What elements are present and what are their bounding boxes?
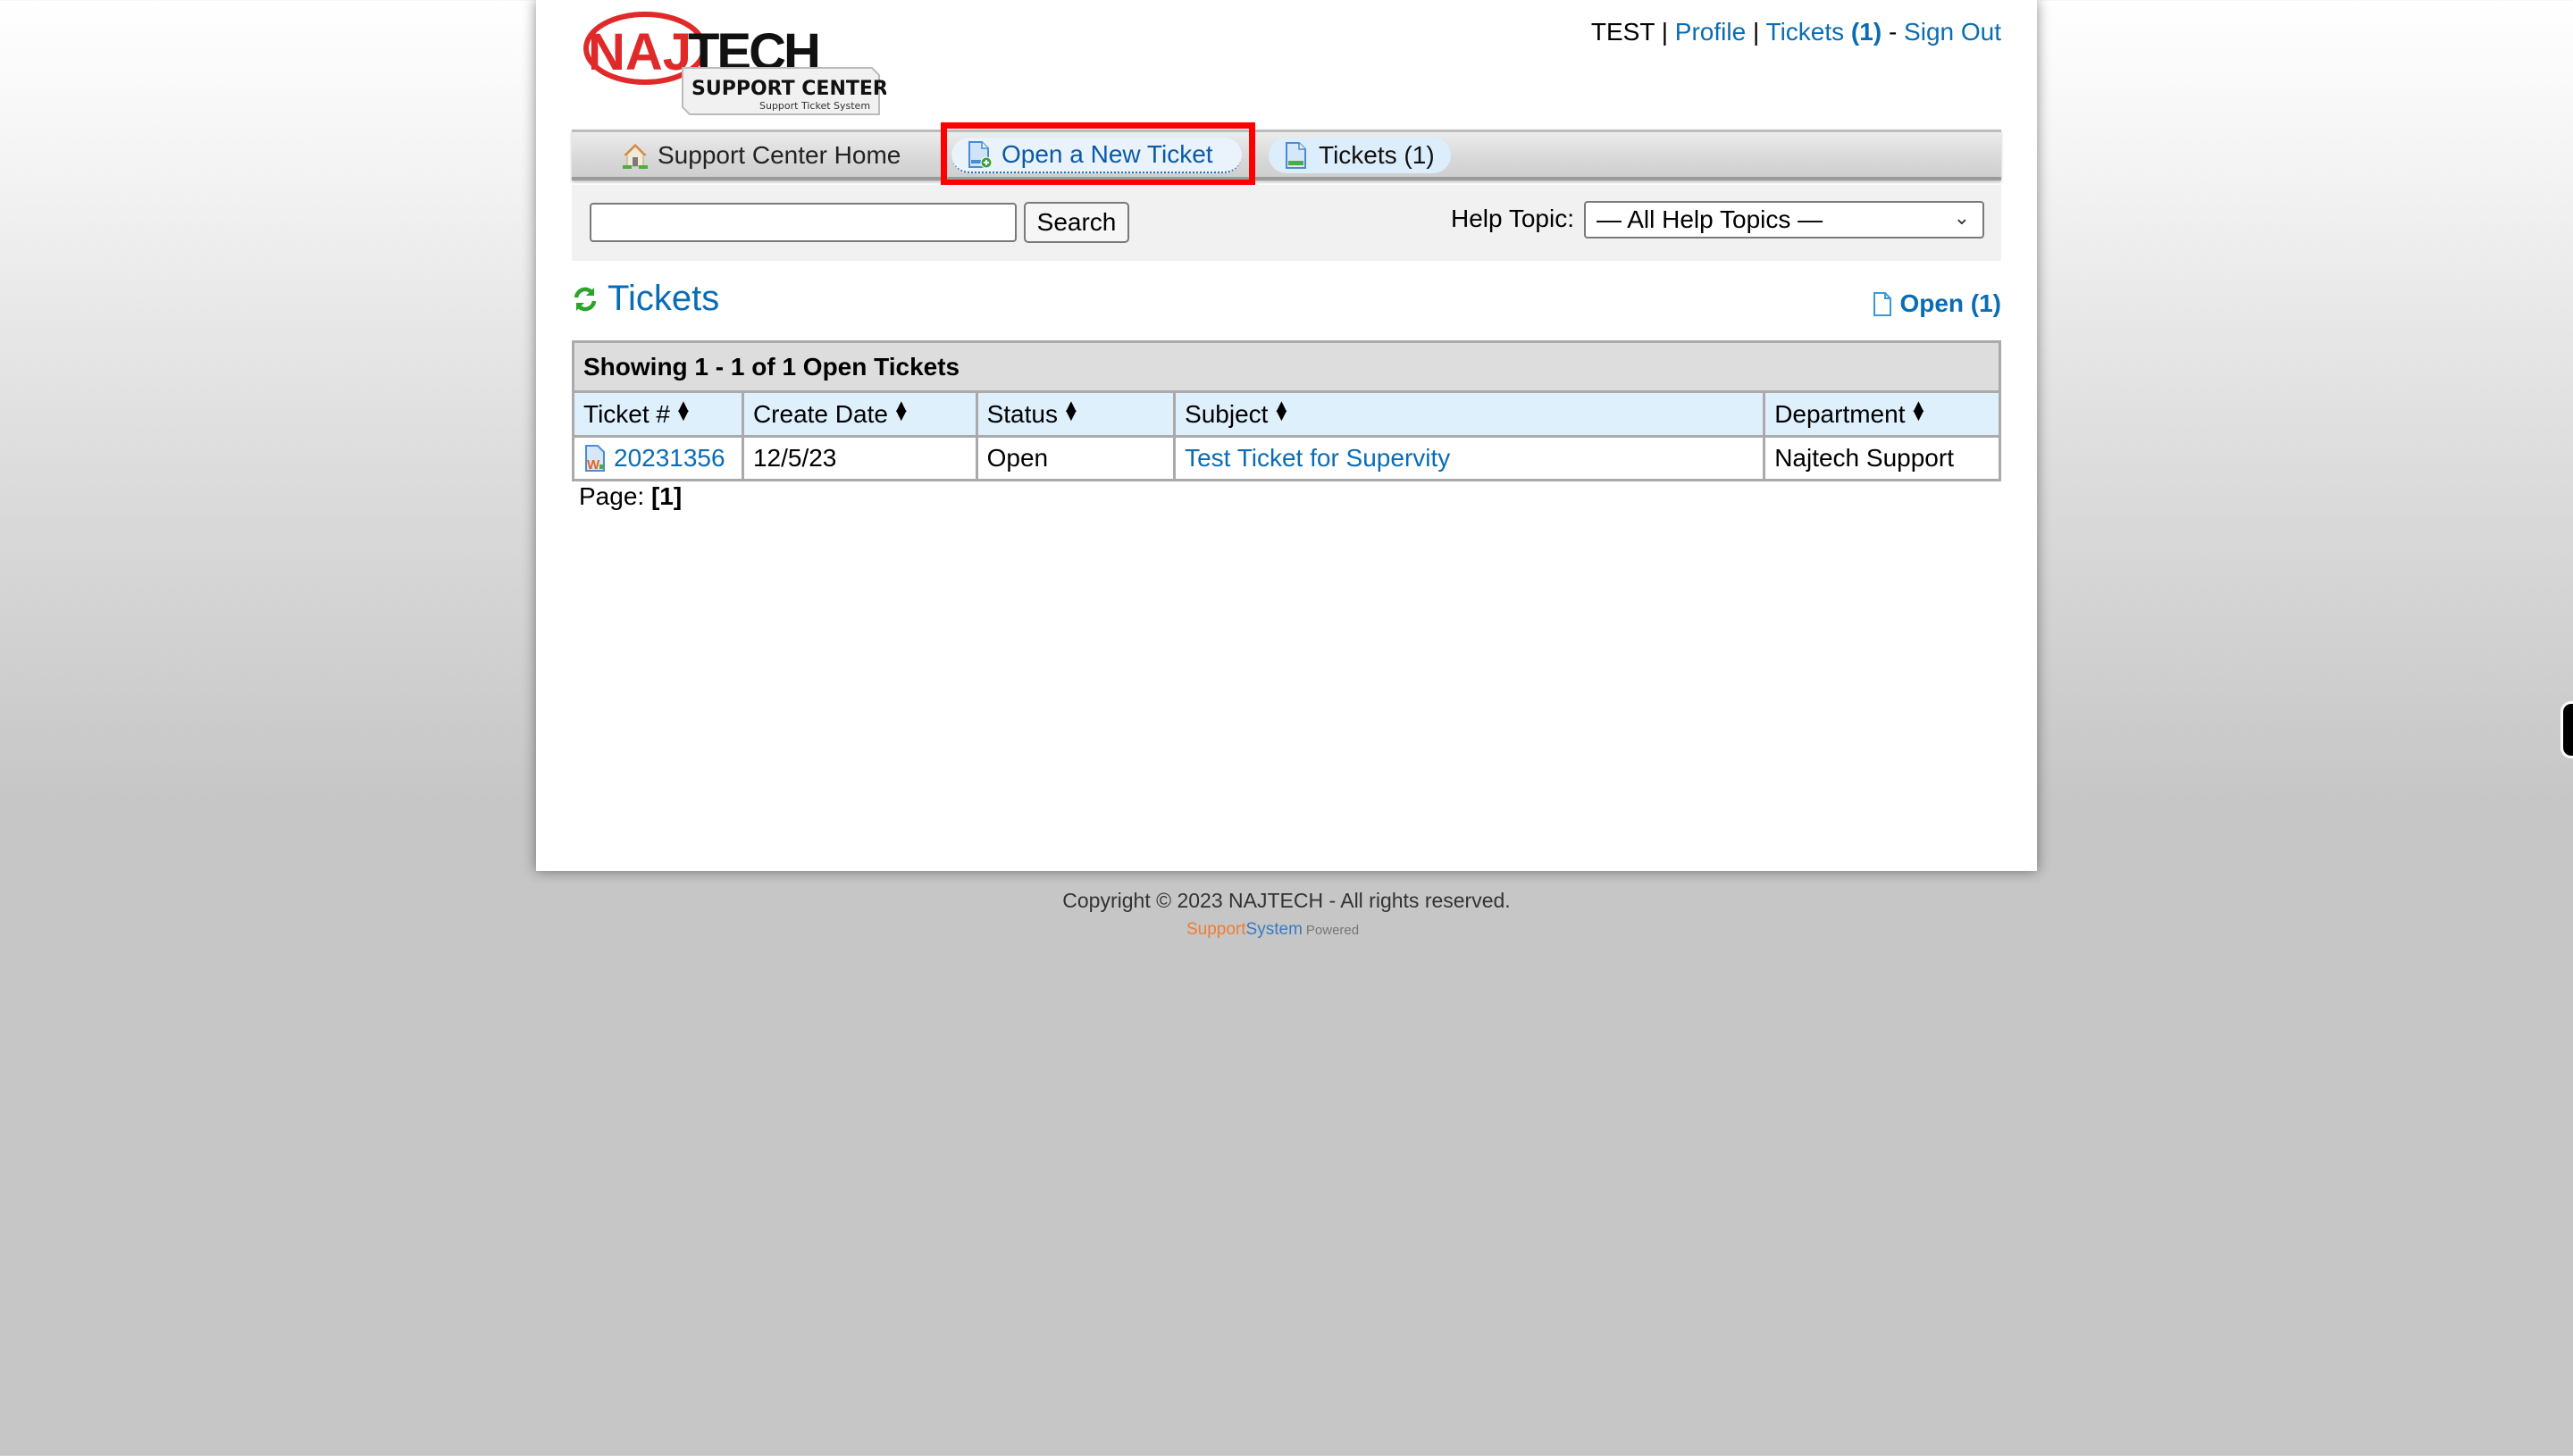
search-button[interactable]: Search [1024, 202, 1129, 243]
open-filter-label: Open (1) [1899, 289, 2001, 317]
create-date-cell: 12/5/23 [741, 435, 978, 481]
main-nav: Support Center Home Open a New Ticket Ti… [572, 130, 2001, 180]
tickets-link-label: Tickets [1765, 18, 1845, 46]
tickets-icon [1286, 142, 1306, 169]
search-bar: Search Help Topic: — All Help Topics — ⌄ [572, 185, 2001, 261]
column-header-ticket[interactable]: Ticket # ▲ ▼ [572, 390, 744, 438]
home-icon [623, 144, 648, 169]
tickets-link[interactable]: Tickets (1) [1766, 18, 1882, 46]
table-caption: Showing 1 - 1 of 1 Open Tickets [572, 340, 2001, 393]
column-header-subject[interactable]: Subject ▲ ▼ [1173, 390, 1766, 438]
separator: | [1752, 18, 1760, 46]
help-topic-label: Help Topic: [1451, 205, 1575, 232]
status-cell: Open [975, 435, 1177, 481]
subject-link[interactable]: Test Ticket for Supervity [1185, 444, 1450, 472]
page-label: Page: [579, 482, 645, 510]
column-header-create-date[interactable]: Create Date ▲ ▼ [741, 390, 978, 438]
sort-icon: ▲ ▼ [1909, 396, 1928, 425]
column-label: Ticket # [583, 399, 670, 428]
separator: | [1661, 18, 1668, 46]
page-current[interactable]: [1] [651, 482, 682, 510]
column-header-department[interactable]: Department ▲ ▼ [1763, 390, 2001, 438]
najtech-logo[interactable]: NAJ TECH SUPPORT CENTER Support Ticket S… [582, 5, 888, 118]
sort-icon: ▲ ▼ [1272, 396, 1291, 425]
table-row: W 20231356 12/5/23 Open Test Ticket for … [572, 435, 2001, 481]
help-topic-select[interactable]: — All Help Topics — ⌄ [1584, 201, 1984, 238]
sort-icon: ▲ ▼ [1061, 396, 1080, 425]
powered-support: Support [1186, 920, 1246, 939]
dash-separator: - [1888, 18, 1898, 46]
user-links: TEST | Profile | Tickets (1) - Sign Out [1591, 18, 2001, 46]
refresh-icon [574, 287, 597, 311]
column-label: Department [1774, 399, 1906, 428]
logo-tagline: Support Ticket System [759, 100, 870, 112]
column-label: Create Date [752, 399, 888, 428]
powered-word: Powered [1305, 923, 1360, 938]
edge-handle[interactable] [2560, 701, 2573, 758]
ticket-number-cell: W 20231356 [572, 435, 744, 481]
nav-label: Tickets (1) [1319, 141, 1435, 169]
pagination: Page: [1] [579, 482, 682, 511]
page-container: NAJ TECH SUPPORT CENTER Support Ticket S… [536, 0, 2037, 871]
copyright-text: Copyright © 2023 NAJTECH - All rights re… [1062, 889, 1511, 912]
chevron-down-icon: ⌄ [1953, 206, 1970, 229]
sort-icon: ▲ ▼ [892, 396, 910, 425]
table-caption-row: Showing 1 - 1 of 1 Open Tickets [572, 340, 2001, 393]
nav-support-center-home[interactable]: Support Center Home [608, 138, 917, 173]
logo-naj: NAJ [588, 23, 691, 81]
search-input[interactable] [590, 203, 1017, 242]
department-cell: Najtech Support [1763, 435, 2001, 481]
logo-subtitle: SUPPORT CENTER [691, 78, 886, 100]
column-label: Status [986, 399, 1058, 428]
svg-text:W: W [587, 457, 600, 472]
nav-label: Open a New Ticket [1002, 140, 1213, 168]
username: TEST [1590, 18, 1655, 46]
open-tickets-filter[interactable]: Open (1) [1873, 289, 2001, 318]
refresh-link[interactable] [572, 286, 608, 313]
column-label: Subject [1185, 399, 1269, 428]
powered-system: System [1245, 920, 1303, 939]
nav-tickets[interactable]: Tickets (1) [1269, 138, 1451, 173]
table-header-row: Ticket # ▲ ▼ Create Date ▲ ▼ Status ▲ ▼ Subjec… [572, 390, 2001, 438]
powered-by-supportsystem[interactable]: SupportSystem Powered [1186, 920, 1359, 940]
ticket-file-icon: W [585, 445, 605, 473]
nav-label: Support Center Home [658, 141, 901, 169]
tickets-heading: Tickets [572, 279, 719, 319]
sign-out-link[interactable]: Sign Out [1904, 18, 2001, 46]
profile-link[interactable]: Profile [1675, 18, 1746, 46]
tickets-count: (1) [1850, 18, 1882, 46]
ticket-number-link[interactable]: 20231356 [614, 444, 725, 472]
sort-icon: ▲ ▼ [675, 396, 692, 425]
tickets-title-link[interactable]: Tickets [608, 279, 719, 319]
document-icon [1873, 291, 1892, 316]
help-topic-selected: — All Help Topics — [1597, 205, 1823, 233]
column-header-status[interactable]: Status ▲ ▼ [975, 390, 1177, 438]
subject-cell: Test Ticket for Supervity [1173, 435, 1766, 481]
new-ticket-icon [968, 141, 993, 169]
tickets-table: Showing 1 - 1 of 1 Open Tickets Ticket #… [572, 340, 2001, 481]
nav-open-new-ticket[interactable]: Open a New Ticket [951, 138, 1242, 173]
